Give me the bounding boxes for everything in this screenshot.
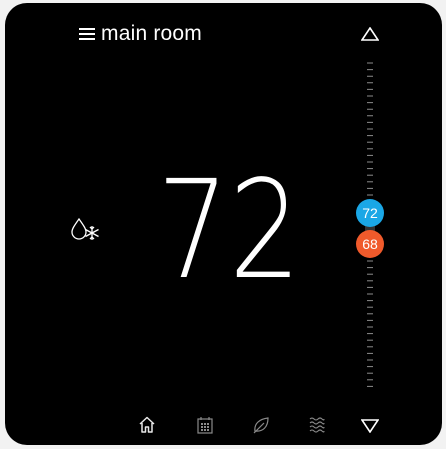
heat-setpoint[interactable]: 68 xyxy=(356,230,384,258)
triangle-down-icon[interactable] xyxy=(361,419,379,433)
bottom-nav xyxy=(137,415,327,437)
home-icon[interactable] xyxy=(137,415,157,435)
triangle-up-icon[interactable] xyxy=(361,27,379,41)
cool-setpoint[interactable]: 72 xyxy=(356,199,384,227)
eco-leaf-icon[interactable] xyxy=(251,415,271,435)
header: main room xyxy=(79,21,202,47)
hamburger-menu-icon[interactable] xyxy=(79,28,95,40)
current-temperature: 72 xyxy=(157,173,301,283)
heat-cool-mode-icon[interactable] xyxy=(71,216,101,242)
schedule-calendar-icon[interactable] xyxy=(195,415,215,435)
humidity-waves-icon[interactable] xyxy=(307,415,327,435)
thermostat-screen: main room 72 68 72 xyxy=(5,3,442,445)
current-temperature-display: 72 xyxy=(157,173,301,283)
room-name[interactable]: main room xyxy=(101,22,202,46)
